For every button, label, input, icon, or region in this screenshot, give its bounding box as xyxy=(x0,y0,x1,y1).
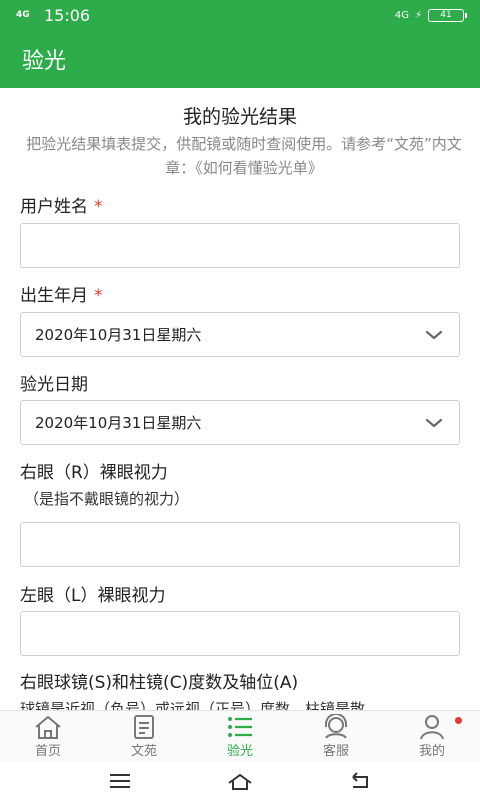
menu-icon[interactable] xyxy=(107,771,133,791)
status-right: 4G ⚡ 41 xyxy=(394,8,467,22)
battery-level: 41 xyxy=(440,10,452,20)
exam-date-select[interactable]: 2020年10月31日星期六 xyxy=(20,400,460,445)
left-eye-field[interactable] xyxy=(20,611,460,656)
nav-support[interactable]: 客服 xyxy=(288,711,384,762)
chevron-down-icon xyxy=(425,418,443,427)
left-eye-input[interactable] xyxy=(21,612,459,655)
birth-date-select[interactable]: 2020年10月31日星期六 xyxy=(20,312,460,357)
app-bar-title: 验光 xyxy=(22,49,67,74)
required-mark: * xyxy=(94,197,103,217)
bottom-nav: 首页 文苑 验光 客服 我的 xyxy=(0,710,480,762)
exam-date-value: 2020年10月31日星期六 xyxy=(35,414,202,432)
chevron-down-icon xyxy=(425,330,443,339)
nav-home[interactable]: 首页 xyxy=(0,711,96,762)
list-icon xyxy=(228,717,252,737)
page-title: 我的验光结果 xyxy=(182,106,297,128)
nav-profile-label: 我的 xyxy=(418,744,445,759)
network-indicator: 4G xyxy=(394,9,409,21)
status-time: 15:06 xyxy=(44,5,91,25)
nav-articles[interactable]: 文苑 xyxy=(96,711,192,762)
form-description: 把验光结果填表提交，供配镜或随时查阅使用。请参考“文苑”内文章：《如何看懂验光单… xyxy=(26,135,462,177)
charging-icon: ⚡ xyxy=(414,9,422,21)
status-bar: 4G 15:06 4G ⚡ 41 xyxy=(0,0,480,30)
nav-home-label: 首页 xyxy=(34,744,61,759)
birth-date-value: 2020年10月31日星期六 xyxy=(35,326,202,344)
name-input[interactable] xyxy=(21,224,459,267)
required-mark: * xyxy=(94,286,103,306)
left-eye-label: 左眼（L）裸眼视力 xyxy=(20,586,166,606)
form-content[interactable]: 我的验光结果 把验光结果填表提交，供配镜或随时查阅使用。请参考“文苑”内文章：《… xyxy=(0,88,480,710)
person-icon xyxy=(420,715,444,740)
nav-optometry[interactable]: 验光 xyxy=(192,711,288,762)
birth-label: 出生年月 * xyxy=(20,281,103,306)
system-nav xyxy=(0,762,480,800)
right-eye-note: （是指不戴眼镜的视力） xyxy=(24,490,190,508)
nav-articles-label: 文苑 xyxy=(130,744,157,759)
home-icon xyxy=(35,715,61,739)
app-bar: 验光 xyxy=(0,30,480,88)
name-label: 用户姓名 * xyxy=(20,192,103,217)
nav-optometry-label: 验光 xyxy=(226,744,253,759)
birth-label-text: 出生年月 xyxy=(20,286,88,306)
name-label-text: 用户姓名 xyxy=(20,197,88,217)
right-lens-note: 球镜是近视（负号）或远视（正号）度数，柱镜是散 xyxy=(20,700,366,710)
right-eye-field[interactable] xyxy=(20,522,460,567)
right-eye-label: 右眼（R）裸眼视力 xyxy=(20,463,168,483)
back-icon[interactable] xyxy=(347,771,373,791)
name-field[interactable] xyxy=(20,223,460,268)
nav-support-label: 客服 xyxy=(322,744,349,759)
battery-icon: 41 xyxy=(428,8,467,22)
exam-date-label: 验光日期 xyxy=(20,375,88,395)
article-icon xyxy=(134,715,154,739)
home-button-icon[interactable] xyxy=(227,771,253,791)
right-eye-input[interactable] xyxy=(21,523,459,566)
nav-profile[interactable]: 我的 xyxy=(384,711,480,762)
right-lens-label: 右眼球镜(S)和柱镜(C)度数及轴位(A) xyxy=(20,673,299,693)
signal-icon: 4G xyxy=(16,9,30,20)
support-icon xyxy=(325,714,347,739)
notification-dot xyxy=(455,717,462,724)
